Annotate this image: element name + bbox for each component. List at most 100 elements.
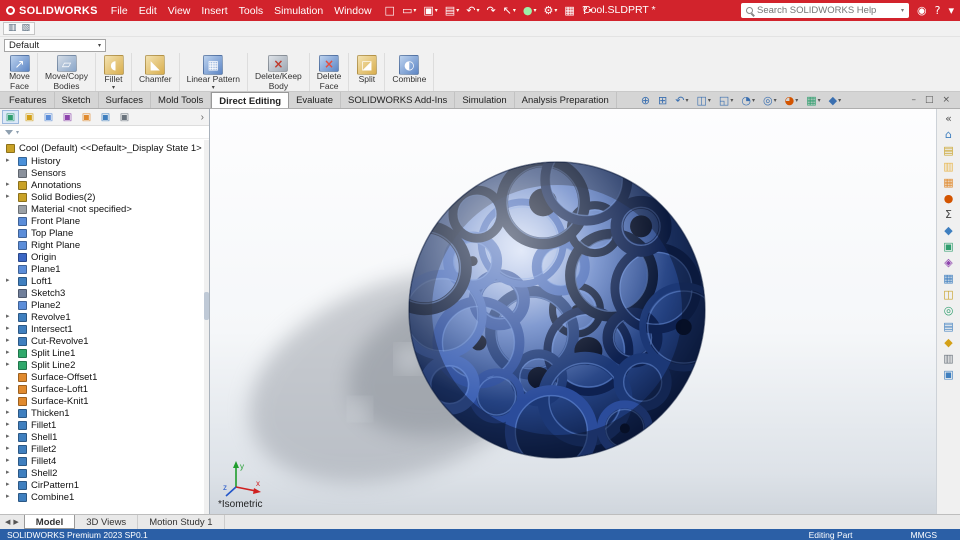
dimxpertmanager-tab[interactable]: ▣ bbox=[59, 110, 76, 124]
model-3d-view[interactable] bbox=[210, 109, 935, 514]
solidworks-forum-icon[interactable]: ◆ bbox=[944, 225, 952, 236]
statusbar-units[interactable]: MMGS bbox=[911, 530, 937, 540]
file-properties-icon[interactable]: ▦ bbox=[564, 5, 574, 16]
expand-arrow-icon[interactable]: ▸ bbox=[6, 180, 10, 188]
tab-solidworks-add-ins[interactable]: SOLIDWORKS Add-Ins bbox=[341, 92, 456, 108]
measure-icon[interactable]: ◈ bbox=[944, 257, 952, 268]
search-input[interactable] bbox=[757, 5, 897, 16]
login-icon[interactable]: ◉ bbox=[917, 5, 927, 16]
menu-window[interactable]: Window bbox=[329, 3, 376, 19]
tree-item-combine1[interactable]: ▸ Combine1 bbox=[3, 491, 209, 503]
expand-arrow-icon[interactable]: ▸ bbox=[6, 348, 10, 356]
new-file-icon[interactable]: □ bbox=[385, 5, 395, 16]
expand-arrow-icon[interactable]: ▸ bbox=[6, 408, 10, 416]
section-properties-icon[interactable]: ◫ bbox=[943, 289, 953, 300]
design-library-icon[interactable]: ▤ bbox=[943, 145, 953, 156]
tree-item-thicken1[interactable]: ▸ Thicken1 bbox=[3, 407, 209, 419]
tab-scroll-next-icon[interactable]: ▶ bbox=[13, 518, 18, 526]
display-style-icon[interactable]: ◔ ▾ bbox=[741, 95, 755, 106]
view-palette-icon[interactable]: ▦ bbox=[943, 177, 953, 188]
expand-arrow-icon[interactable]: ▸ bbox=[6, 432, 10, 440]
tab-scroll-prev-icon[interactable]: ◀ bbox=[5, 518, 10, 526]
fillet-button[interactable]: ◖ Fillet ▾ bbox=[96, 53, 132, 91]
help-menu-icon[interactable]: ? bbox=[935, 5, 941, 16]
previous-view-icon[interactable]: ↶ ▾ bbox=[675, 95, 688, 106]
redo-icon[interactable]: ↷ bbox=[486, 5, 495, 16]
tree-item-fillet4[interactable]: ▸ Fillet4 bbox=[3, 455, 209, 467]
deviation-analysis-icon[interactable]: ◆ bbox=[944, 337, 952, 348]
menu-edit[interactable]: Edit bbox=[134, 3, 162, 19]
tab-sketch[interactable]: Sketch bbox=[55, 92, 99, 108]
tree-item-shell2[interactable]: ▸ Shell2 bbox=[3, 467, 209, 479]
tree-item-sensors[interactable]: Sensors bbox=[3, 167, 209, 179]
expand-arrow-icon[interactable]: ▸ bbox=[6, 276, 10, 284]
tree-item-revolve1[interactable]: ▸ Revolve1 bbox=[3, 311, 209, 323]
menu-view[interactable]: View bbox=[163, 3, 196, 19]
tree-item-sketch3[interactable]: Sketch3 bbox=[3, 287, 209, 299]
solidworks-resources-icon[interactable]: ⌂ bbox=[945, 129, 952, 140]
expand-arrow-icon[interactable]: ▸ bbox=[6, 444, 10, 452]
tree-item-plane1[interactable]: Plane1 bbox=[3, 263, 209, 275]
tree-item-history[interactable]: ▸ History bbox=[3, 155, 209, 167]
tree-item-origin[interactable]: Origin bbox=[3, 251, 209, 263]
expand-arrow-icon[interactable]: ▸ bbox=[6, 384, 10, 392]
tab-direct-editing[interactable]: Direct Editing bbox=[211, 92, 290, 108]
combine-button[interactable]: ◐ Combine bbox=[385, 53, 435, 91]
split-button[interactable]: ◪ Split bbox=[349, 53, 386, 91]
propertymanager-tab[interactable]: ▣ bbox=[21, 110, 38, 124]
menu-insert[interactable]: Insert bbox=[196, 3, 232, 19]
tree-item-loft1[interactable]: ▸ Loft1 bbox=[3, 275, 209, 287]
search-box[interactable]: ▾ bbox=[741, 3, 910, 18]
zoom-fit-icon[interactable]: ⊕ bbox=[641, 95, 650, 106]
expand-arrow-icon[interactable]: ▸ bbox=[6, 312, 10, 320]
tree-filter-row[interactable]: ▾ bbox=[0, 126, 209, 139]
expand-arrow-icon[interactable]: ▸ bbox=[6, 468, 10, 476]
search-dropdown-caret-icon[interactable]: ▾ bbox=[901, 7, 904, 14]
menu-file[interactable]: File bbox=[106, 3, 133, 19]
tab-model[interactable]: Model bbox=[23, 515, 76, 529]
tree-item-cirpattern1[interactable]: ▸ CirPattern1 bbox=[3, 479, 209, 491]
expand-arrow-icon[interactable]: ▸ bbox=[6, 336, 10, 344]
minimize-document-icon[interactable]: – bbox=[911, 95, 916, 105]
apply-scene-icon[interactable]: ▦ ▾ bbox=[806, 95, 820, 106]
tree-item-right-plane[interactable]: Right Plane bbox=[3, 239, 209, 251]
open-file-icon[interactable]: ▭ ▾ bbox=[402, 5, 416, 16]
tab-motion-study-1[interactable]: Motion Study 1 bbox=[138, 515, 225, 529]
window-menu-icon[interactable]: ▾ bbox=[948, 5, 954, 16]
tree-item-split-line1[interactable]: ▸ Split Line1 bbox=[3, 347, 209, 359]
expand-arrow-icon[interactable]: ▸ bbox=[6, 192, 10, 200]
tab-evaluate[interactable]: Evaluate bbox=[289, 92, 342, 108]
rebuild-icon[interactable]: ● ▾ bbox=[523, 5, 537, 16]
linear-pattern-button[interactable]: ▦ Linear Pattern ▾ bbox=[180, 53, 248, 91]
file-explorer-icon[interactable]: ▥ bbox=[943, 161, 953, 172]
expand-arrow-icon[interactable]: ▸ bbox=[6, 456, 10, 464]
displaymanager-tab[interactable]: ▣ bbox=[78, 110, 95, 124]
expand-arrow-icon[interactable]: ▸ bbox=[6, 492, 10, 500]
tree-item-material-not-specified[interactable]: Material <not specified> bbox=[3, 203, 209, 215]
print-icon[interactable]: ▤ ▾ bbox=[445, 5, 459, 16]
tree-item-top-plane[interactable]: Top Plane bbox=[3, 227, 209, 239]
delete-keep-body-button[interactable]: × Delete/Keep Body bbox=[248, 53, 310, 91]
options-icon[interactable]: ⚙ ▾ bbox=[544, 5, 558, 16]
tree-root[interactable]: Cool (Default) <<Default>_Display State … bbox=[3, 142, 209, 155]
move-face-button[interactable]: ↗ Move Face bbox=[2, 53, 38, 91]
custom-properties-icon[interactable]: Σ bbox=[945, 209, 952, 220]
move-copy-bodies-button[interactable]: ▱ Move/Copy Bodies bbox=[38, 53, 96, 91]
tree-scrollbar-thumb[interactable] bbox=[204, 292, 209, 320]
configuration-dropdown[interactable]: Default ▾ bbox=[4, 38, 106, 52]
tree-item-fillet1[interactable]: ▸ Fillet1 bbox=[3, 419, 209, 431]
compare-icon[interactable]: ▣ bbox=[943, 369, 953, 380]
delete-face-button[interactable]: × Delete Face bbox=[310, 53, 350, 91]
tab-features[interactable]: Features bbox=[2, 92, 55, 108]
select-icon[interactable]: ↖ ▾ bbox=[503, 5, 516, 16]
tab-3d-views[interactable]: 3D Views bbox=[75, 515, 139, 529]
tab-surfaces[interactable]: Surfaces bbox=[99, 92, 152, 108]
collapse-taskpane-icon[interactable]: « bbox=[945, 113, 952, 124]
undo-icon[interactable]: ↶ ▾ bbox=[466, 5, 479, 16]
hide-show-items-icon[interactable]: ◎ ▾ bbox=[763, 95, 777, 106]
tree-item-surface-loft1[interactable]: ▸ Surface-Loft1 bbox=[3, 383, 209, 395]
tree-item-surface-knit1[interactable]: ▸ Surface-Knit1 bbox=[3, 395, 209, 407]
panel-flyout-icon[interactable]: › bbox=[201, 112, 207, 123]
expand-arrow-icon[interactable]: ▸ bbox=[6, 420, 10, 428]
tree-item-front-plane[interactable]: Front Plane bbox=[3, 215, 209, 227]
